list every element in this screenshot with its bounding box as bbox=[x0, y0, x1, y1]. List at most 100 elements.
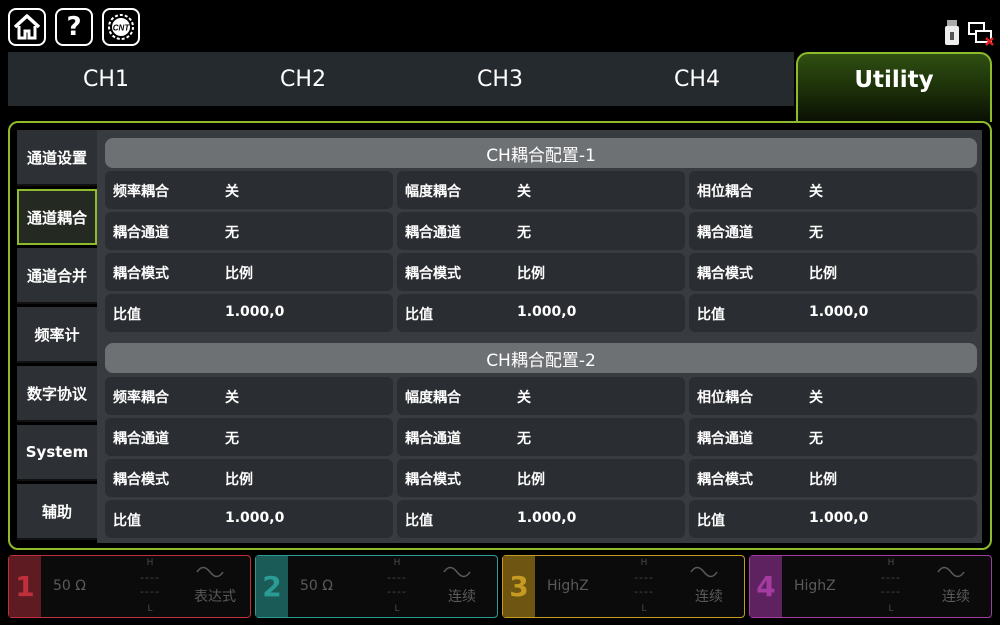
field-label: 耦合通道 bbox=[697, 225, 753, 241]
amp-coupling-field[interactable]: 幅度耦合 关 bbox=[397, 377, 685, 415]
tab-ch4[interactable]: CH4 bbox=[599, 52, 795, 106]
field-value: 1.000,0 bbox=[517, 510, 577, 526]
field-value: 无 bbox=[517, 431, 531, 447]
help-button[interactable]: ? bbox=[55, 8, 93, 46]
field-label: 耦合通道 bbox=[697, 431, 753, 447]
field-value: 比例 bbox=[225, 472, 253, 488]
coupling-mode-field[interactable]: 耦合模式 比例 bbox=[689, 459, 977, 497]
field-label: 比值 bbox=[697, 307, 725, 323]
tab-ch3[interactable]: CH3 bbox=[402, 52, 598, 106]
ratio-field[interactable]: 比值 1.000,0 bbox=[105, 500, 393, 538]
channel-impedance: HighZ bbox=[794, 578, 836, 594]
sidebar-item-channel-merge[interactable]: 通道合并 bbox=[17, 248, 97, 304]
tab-ch2[interactable]: CH2 bbox=[205, 52, 401, 106]
sidebar-item-digital-protocol[interactable]: 数字协议 bbox=[17, 366, 97, 422]
phase-coupling-field[interactable]: 相位耦合 关 bbox=[689, 171, 977, 209]
svg-text:CNT: CNT bbox=[113, 24, 131, 33]
coupling-channel-field[interactable]: 耦合通道 无 bbox=[105, 418, 393, 456]
channel-mode: 连续 bbox=[695, 589, 723, 605]
field-value: 无 bbox=[225, 225, 239, 241]
field-value: 关 bbox=[809, 184, 823, 200]
low-value: ---- bbox=[881, 585, 901, 598]
channel-level: H ---- ---- L bbox=[117, 558, 183, 616]
channel-number: 3 bbox=[503, 556, 535, 617]
field-label: 比值 bbox=[405, 513, 433, 529]
freq-coupling-field[interactable]: 频率耦合 关 bbox=[105, 377, 393, 415]
low-value: ---- bbox=[140, 585, 160, 598]
coupling-channel-field[interactable]: 耦合通道 无 bbox=[689, 212, 977, 250]
sidebar-item-auxiliary[interactable]: 辅助 bbox=[17, 484, 97, 540]
field-value: 1.000,0 bbox=[809, 510, 869, 526]
home-icon bbox=[13, 14, 41, 40]
freq-coupling-field[interactable]: 频率耦合 关 bbox=[105, 171, 393, 209]
coupling-content: CH耦合配置-1 频率耦合关 幅度耦合关 相位耦合关 耦合通道无 耦合通道无 耦… bbox=[97, 130, 982, 543]
ratio-field[interactable]: 比值 1.000,0 bbox=[689, 294, 977, 332]
sidebar-item-system[interactable]: System bbox=[17, 425, 97, 481]
ratio-field[interactable]: 比值 1.000,0 bbox=[105, 294, 393, 332]
field-label: 幅度耦合 bbox=[405, 390, 461, 406]
sidebar-item-frequency-counter[interactable]: 频率计 bbox=[17, 307, 97, 363]
field-value: 无 bbox=[809, 225, 823, 241]
channel-level: H ---- ---- L bbox=[611, 558, 677, 616]
field-value: 1.000,0 bbox=[517, 304, 577, 320]
tab-ch1[interactable]: CH1 bbox=[8, 52, 204, 106]
field-label: 耦合模式 bbox=[113, 472, 169, 488]
coupling-mode-field[interactable]: 耦合模式 比例 bbox=[105, 253, 393, 291]
channel-3-status[interactable]: 3 HighZ H ---- ---- L 连续 bbox=[502, 555, 745, 618]
coupling-mode-field[interactable]: 耦合模式 比例 bbox=[397, 459, 685, 497]
ratio-field[interactable]: 比值 1.000,0 bbox=[397, 294, 685, 332]
coupling-channel-field[interactable]: 耦合通道 无 bbox=[105, 212, 393, 250]
channel-2-status[interactable]: 2 50 Ω H ---- ---- L 连续 bbox=[255, 555, 498, 618]
field-label: 耦合模式 bbox=[697, 472, 753, 488]
counter-button[interactable]: CNT bbox=[102, 8, 140, 46]
high-value: ---- bbox=[634, 571, 654, 584]
field-label: 比值 bbox=[113, 513, 141, 529]
channel-impedance: 50 Ω bbox=[53, 578, 86, 594]
low-label: L bbox=[147, 604, 153, 614]
field-label: 耦合通道 bbox=[405, 431, 461, 447]
coupling-mode-field[interactable]: 耦合模式 比例 bbox=[397, 253, 685, 291]
high-value: ---- bbox=[387, 571, 407, 584]
coupling-channel-field[interactable]: 耦合通道 无 bbox=[397, 212, 685, 250]
channel-4-status[interactable]: 4 HighZ H ---- ---- L 连续 bbox=[749, 555, 992, 618]
field-label: 耦合通道 bbox=[405, 225, 461, 241]
sidebar-item-channel-settings[interactable]: 通道设置 bbox=[17, 130, 97, 186]
home-button[interactable] bbox=[8, 8, 46, 46]
field-label: 频率耦合 bbox=[113, 390, 169, 406]
coupling-channel-field[interactable]: 耦合通道 无 bbox=[397, 418, 685, 456]
phase-coupling-field[interactable]: 相位耦合 关 bbox=[689, 377, 977, 415]
sine-wave-icon bbox=[443, 566, 471, 578]
sine-wave-icon bbox=[937, 566, 965, 578]
section-header-2: CH耦合配置-2 bbox=[105, 343, 977, 373]
channel-impedance: 50 Ω bbox=[300, 578, 333, 594]
tab-utility[interactable]: Utility bbox=[796, 52, 992, 122]
main-panel: 通道设置 通道耦合 通道合并 频率计 数字协议 System 辅助 CH耦合配置… bbox=[8, 121, 992, 550]
coupling-mode-field[interactable]: 耦合模式 比例 bbox=[105, 459, 393, 497]
high-label: H bbox=[887, 558, 895, 568]
channel-impedance: HighZ bbox=[547, 578, 589, 594]
field-label: 耦合通道 bbox=[113, 225, 169, 241]
field-label: 比值 bbox=[405, 307, 433, 323]
field-value: 无 bbox=[225, 431, 239, 447]
ratio-field[interactable]: 比值 1.000,0 bbox=[689, 500, 977, 538]
amp-coupling-field[interactable]: 幅度耦合 关 bbox=[397, 171, 685, 209]
ratio-field[interactable]: 比值 1.000,0 bbox=[397, 500, 685, 538]
field-value: 1.000,0 bbox=[809, 304, 869, 320]
channel-number: 2 bbox=[256, 556, 288, 617]
field-value: 1.000,0 bbox=[225, 510, 285, 526]
channel-level: H ---- ---- L bbox=[858, 558, 924, 616]
channel-1-status[interactable]: 1 50 Ω H ---- ---- L 表达式 bbox=[8, 555, 251, 618]
high-value: ---- bbox=[140, 571, 160, 584]
field-label: 幅度耦合 bbox=[405, 184, 461, 200]
sidebar: 通道设置 通道耦合 通道合并 频率计 数字协议 System 辅助 bbox=[17, 130, 97, 543]
field-label: 比值 bbox=[697, 513, 725, 529]
field-value: 1.000,0 bbox=[225, 304, 285, 320]
sine-wave-icon bbox=[690, 566, 718, 578]
usb-status-icon bbox=[945, 20, 959, 50]
field-value: 比例 bbox=[225, 266, 253, 282]
coupling-channel-field[interactable]: 耦合通道 无 bbox=[689, 418, 977, 456]
channel-mode: 表达式 bbox=[194, 589, 236, 605]
field-value: 关 bbox=[517, 184, 531, 200]
coupling-mode-field[interactable]: 耦合模式 比例 bbox=[689, 253, 977, 291]
sidebar-item-channel-coupling[interactable]: 通道耦合 bbox=[17, 189, 97, 245]
